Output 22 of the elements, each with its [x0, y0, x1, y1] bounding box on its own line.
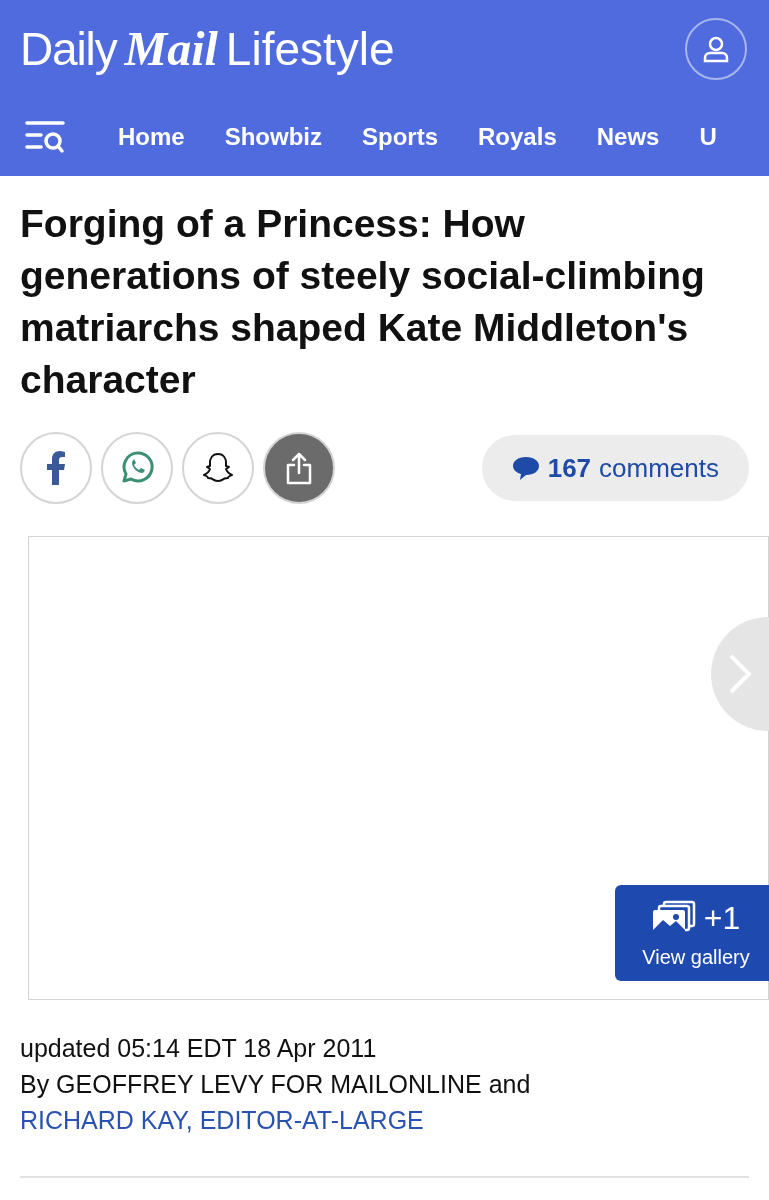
chevron-right-icon	[729, 654, 751, 694]
byline: By GEOFFREY LEVY FOR MAILONLINE and RICHARD KAY, EDITOR-AT-LARGE	[20, 1069, 532, 1136]
author-link[interactable]: RICHARD KAY, EDITOR-AT-LARGE	[20, 1106, 424, 1134]
nav-link[interactable]: U	[699, 119, 717, 155]
user-icon	[702, 35, 730, 63]
nav-link[interactable]: Showbiz	[224, 119, 322, 155]
menu-search-icon[interactable]	[24, 119, 66, 155]
account-button[interactable]	[685, 18, 747, 80]
images-icon	[651, 900, 696, 936]
ghost-icon	[201, 451, 235, 485]
comments-button[interactable]: 167 comments	[481, 435, 749, 501]
nav-link[interactable]: Sports	[362, 119, 439, 155]
article-headline: Forging of a Princess: How generations of steely social-climbing matriarchs shaped Kate Middleton's character	[20, 201, 706, 403]
nav-link[interactable]: Royals	[478, 119, 557, 155]
site-logo[interactable]: Daily Mail Lifestyle	[20, 13, 395, 85]
nav-link[interactable]: News	[596, 119, 660, 155]
whatsapp-icon	[120, 451, 154, 485]
facebook-icon	[47, 451, 65, 485]
nav-link[interactable]: Home	[118, 119, 185, 155]
speech-bubble-icon	[511, 455, 540, 481]
view-gallery-button[interactable]: +1 View gallery	[615, 885, 769, 981]
updated-timestamp: updated 05:14 EDT 18 Apr 2011	[20, 1033, 378, 1064]
